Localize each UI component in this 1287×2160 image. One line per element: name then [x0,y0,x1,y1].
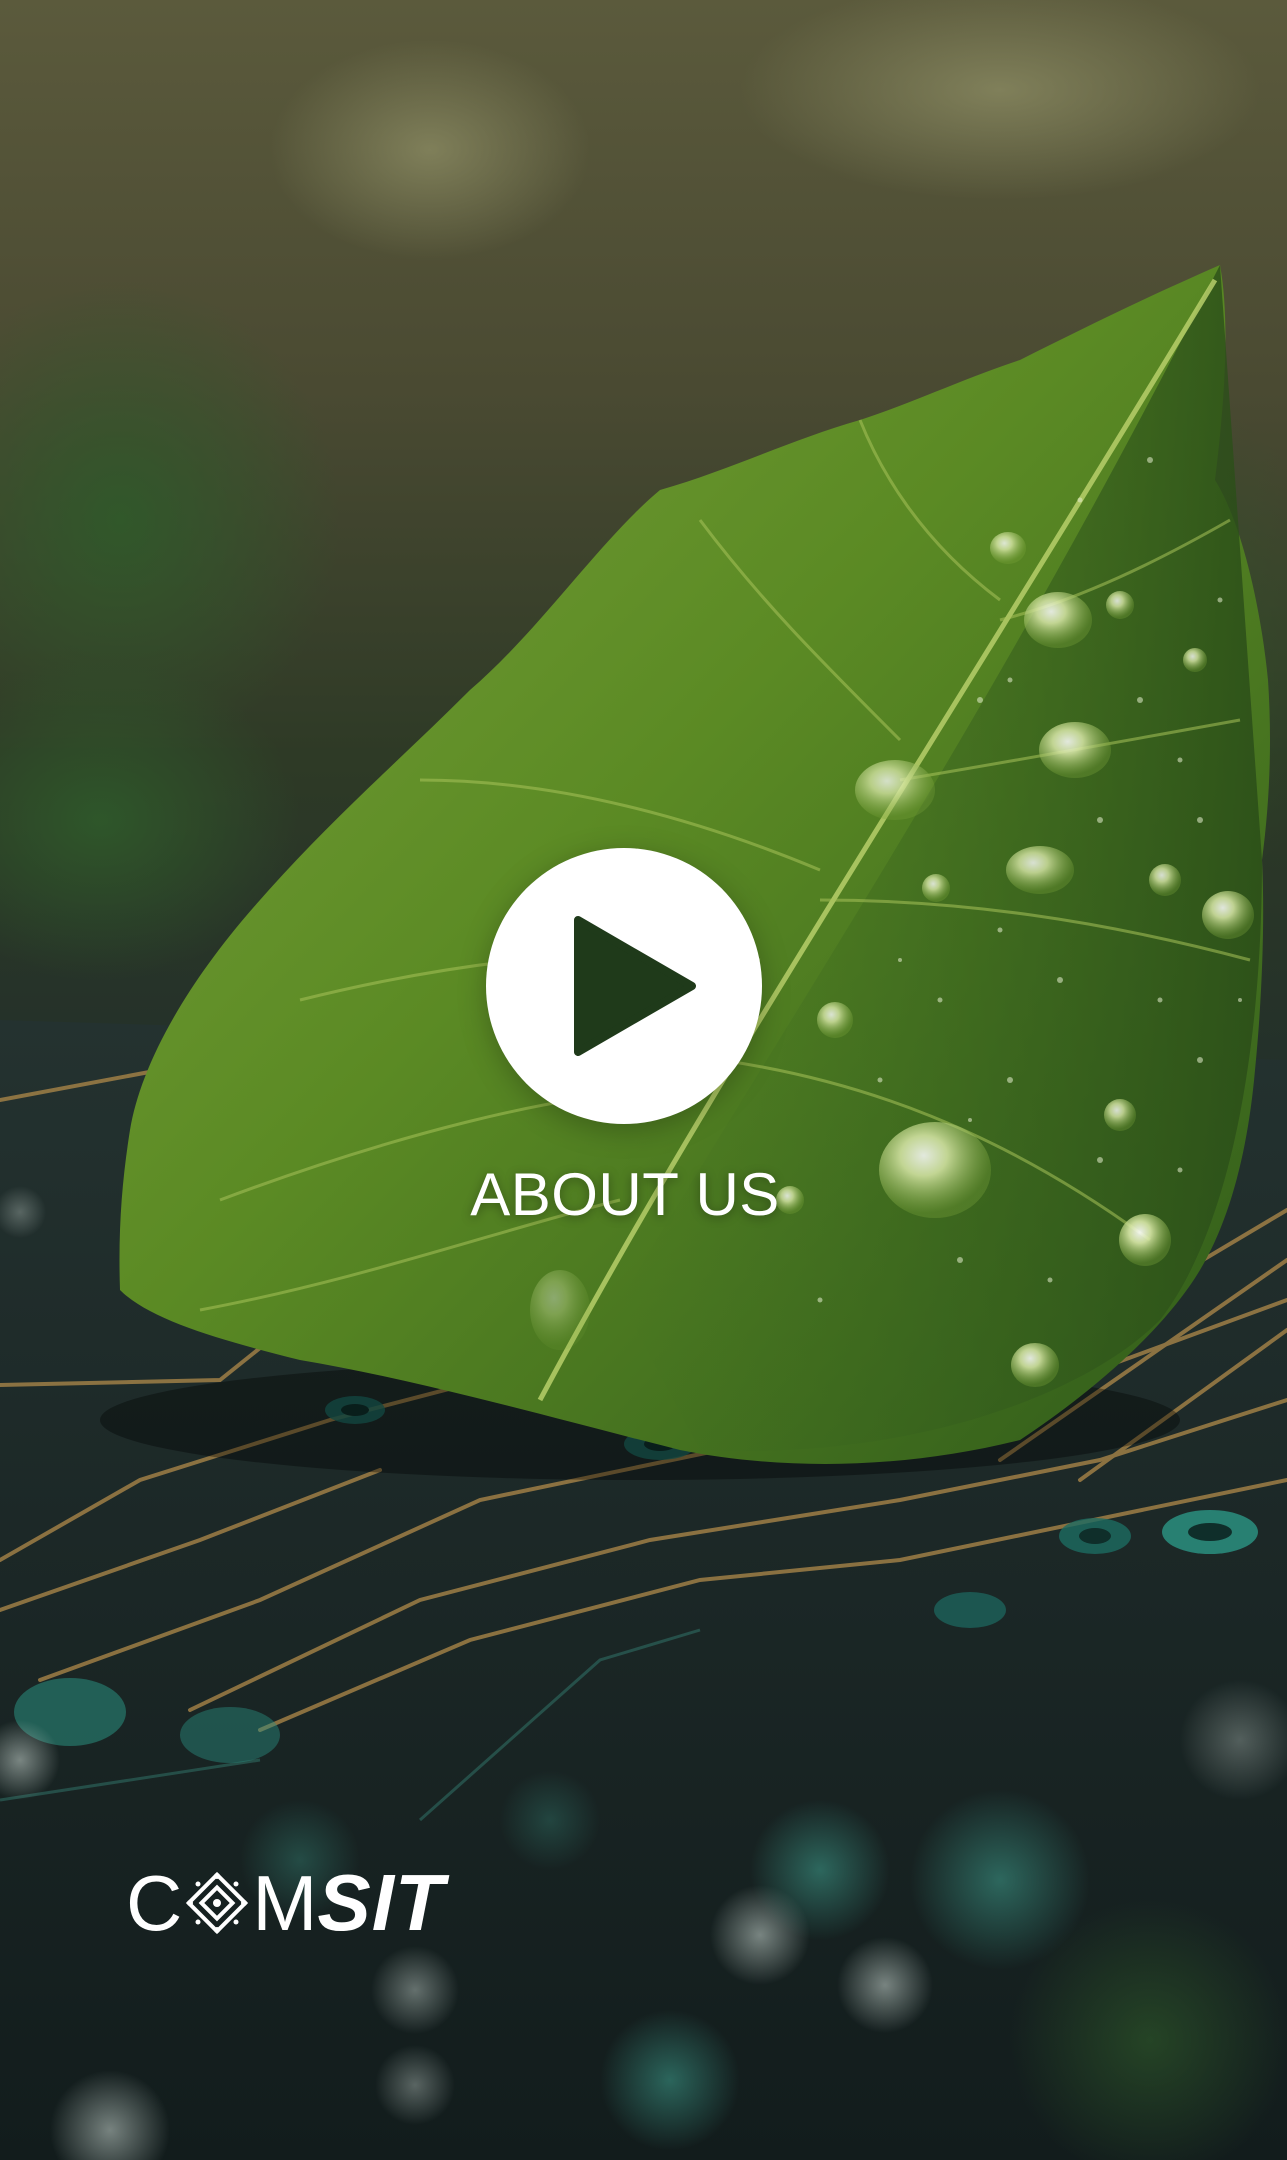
about-us-label[interactable]: ABOUT US [0,1160,1250,1229]
play-video-button[interactable] [486,848,762,1124]
brand-letter-m: M [252,1859,318,1947]
brand-letter-c: C [126,1859,183,1947]
brand-logo: C M SIT [126,1858,445,1947]
play-icon [574,916,696,1056]
brand-wordmark-sit: SIT [317,1858,445,1947]
chip-icon [186,1871,249,1935]
